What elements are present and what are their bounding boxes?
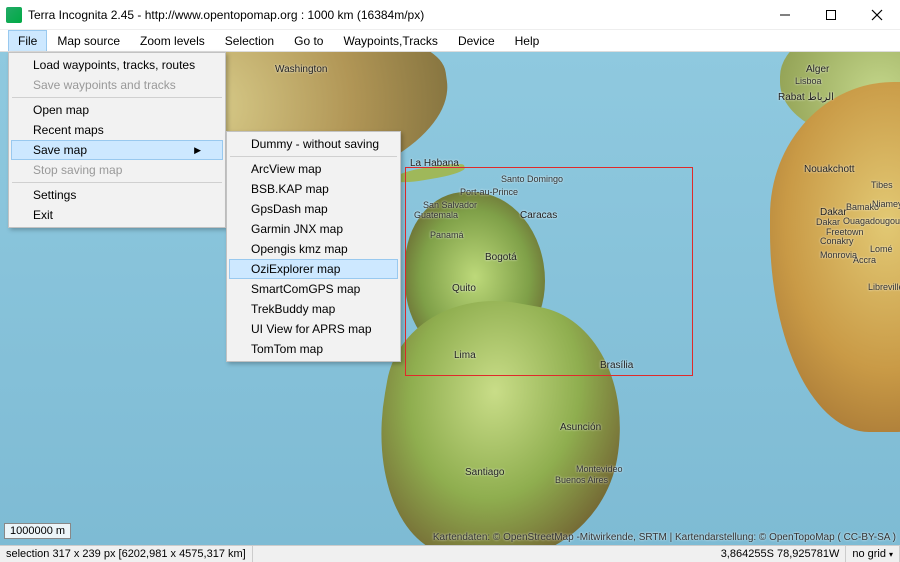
file-menu-item[interactable]: Open map [11,100,223,120]
window-title: Terra Incognita 2.45 - http://www.opento… [28,8,762,22]
save-submenu-item[interactable]: Garmin JNX map [229,219,398,239]
save-submenu-item[interactable]: ArcView map [229,159,398,179]
menu-help[interactable]: Help [505,30,550,51]
status-grid-label: no grid [852,548,886,560]
status-selection: selection 317 x 239 px [6202,981 x 4575,… [0,546,253,562]
file-menu-item[interactable]: Load waypoints, tracks, routes [11,55,223,75]
map-place-label: Montevideo [576,464,623,474]
file-menu-item[interactable]: Save map▶ [11,140,223,160]
menu-zoom-levels[interactable]: Zoom levels [130,30,215,51]
save-submenu-item[interactable]: Opengis kmz map [229,239,398,259]
save-submenu-item[interactable]: TrekBuddy map [229,299,398,319]
map-place-label: Santiago [465,467,504,478]
save-submenu-item[interactable]: OziExplorer map [229,259,398,279]
app-icon [6,7,22,23]
status-bar: selection 317 x 239 px [6202,981 x 4575,… [0,545,900,562]
map-place-label: Ouagadougou [843,216,900,226]
close-button[interactable] [854,0,900,30]
save-map-submenu[interactable]: Dummy - without saving ArcView mapBSB.KAP… [226,131,401,362]
menu-file[interactable]: File [8,30,47,51]
map-place-label: Lomé [870,244,893,254]
map-place-label: Nouakchott [804,164,855,175]
map-attribution: Kartendaten: © OpenStreetMap -Mitwirkend… [433,532,896,543]
minimize-button[interactable] [762,0,808,30]
status-grid-selector[interactable]: no grid ▾ [846,546,900,562]
menu-go-to[interactable]: Go to [284,30,333,51]
map-place-label: Rabat الرباط [778,92,834,103]
menu-device[interactable]: Device [448,30,505,51]
save-submenu-item[interactable]: GpsDash map [229,199,398,219]
map-place-label: Washington [275,64,327,75]
save-submenu-item[interactable]: SmartComGPS map [229,279,398,299]
menu-bar: FileMap sourceZoom levelsSelectionGo toW… [0,30,900,52]
map-place-label: Conakry [820,236,854,246]
map-place-label: Monrovia [820,250,857,260]
menu-map-source[interactable]: Map source [47,30,130,51]
map-place-label: Asunción [560,422,601,433]
title-bar: Terra Incognita 2.45 - http://www.opento… [0,0,900,30]
map-place-label: Freetown [826,227,864,237]
chevron-down-icon: ▾ [889,550,893,559]
maximize-button[interactable] [808,0,854,30]
save-submenu-item[interactable]: Dummy - without saving [229,134,398,154]
map-place-label: Tibes [871,180,893,190]
map-place-label: Alger [806,64,829,75]
file-menu-item: Stop saving map [11,160,223,180]
status-coords: 3,864255S 78,925781W [715,546,847,562]
save-submenu-item[interactable]: BSB.KAP map [229,179,398,199]
save-submenu-item[interactable]: UI View for APRS map [229,319,398,339]
menu-selection[interactable]: Selection [215,30,284,51]
map-place-label: Buenos Aires [555,475,608,485]
chevron-right-icon: ▶ [194,145,201,156]
menu-waypoints-tracks[interactable]: Waypoints,Tracks [333,30,447,51]
map-place-label: Dakar [816,217,840,227]
scale-bar: 1000000 m [4,523,71,539]
file-menu-dropdown[interactable]: Load waypoints, tracks, routesSave waypo… [8,52,226,228]
file-menu-item[interactable]: Exit [11,205,223,225]
map-place-label: Libreville [868,282,900,292]
selection-rectangle[interactable] [405,167,693,376]
map-place-label: Niamey [872,199,900,209]
map-place-label: Lisboa [795,76,822,86]
window-controls [762,0,900,30]
map-place-label: Accra [853,255,876,265]
save-submenu-item[interactable]: TomTom map [229,339,398,359]
file-menu-item: Save waypoints and tracks [11,75,223,95]
file-menu-item[interactable]: Settings [11,185,223,205]
file-menu-item[interactable]: Recent maps [11,120,223,140]
